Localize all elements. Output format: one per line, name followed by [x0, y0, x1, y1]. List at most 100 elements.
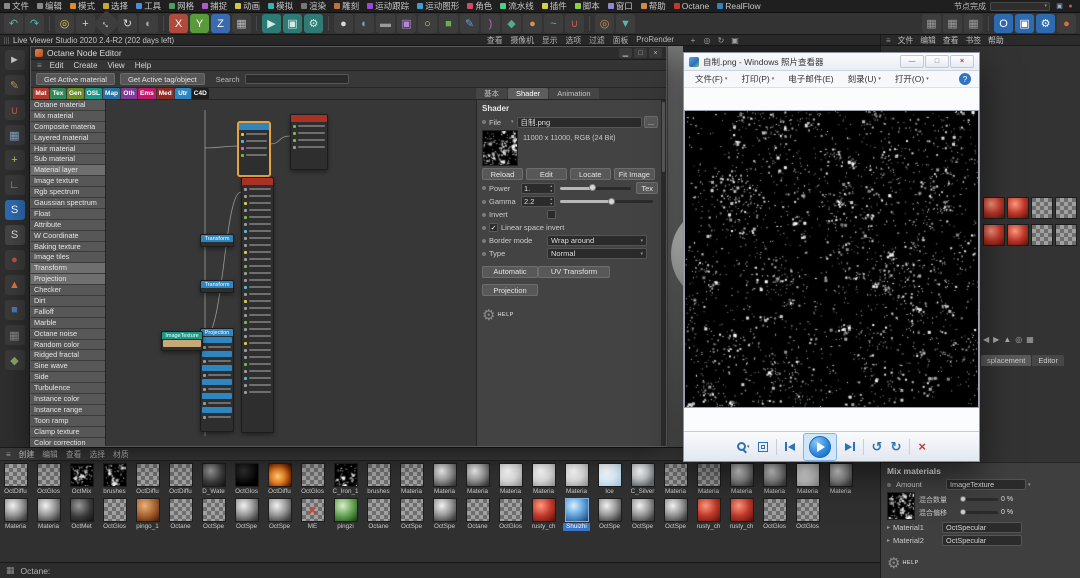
- new-material-icon[interactable]: ●: [334, 14, 353, 33]
- category-tab-osl[interactable]: OSL: [84, 88, 103, 99]
- category-tab-gen[interactable]: Gen: [67, 88, 84, 99]
- menubar-item-3[interactable]: 选择: [99, 0, 132, 12]
- x-axis-icon[interactable]: X: [169, 14, 188, 33]
- axis-lock-icon[interactable]: +: [4, 150, 25, 170]
- material-item[interactable]: OctGlos: [35, 463, 62, 496]
- material-item[interactable]: Materia: [662, 463, 689, 496]
- node-editor-menu-0[interactable]: Edit: [50, 61, 64, 70]
- category-tab-utr[interactable]: Utr: [174, 88, 191, 99]
- spinner-icon[interactable]: ▲ ▼: [550, 184, 553, 194]
- node-type-item[interactable]: Mix material: [31, 110, 105, 122]
- maximize-view-icon[interactable]: ▣: [730, 36, 740, 45]
- viewport-menu-4[interactable]: 过滤: [589, 35, 605, 46]
- power-value-input[interactable]: 1. ▲ ▼: [521, 182, 555, 194]
- menubar-item-8[interactable]: 模拟: [264, 0, 297, 12]
- node-graph-canvas[interactable]: Transform Transform Projection ImageTexture: [106, 100, 476, 446]
- octane-live-viewer-icon[interactable]: O: [994, 14, 1013, 33]
- material-item[interactable]: Materia: [827, 463, 854, 496]
- material-item[interactable]: OctGlos: [233, 463, 260, 496]
- menubar-item-12[interactable]: 运动图形: [413, 0, 463, 12]
- layout-grid-3-icon[interactable]: ▦: [964, 14, 983, 33]
- material-menu-3[interactable]: 选择: [89, 449, 105, 460]
- material-item[interactable]: OctSpe: [398, 498, 425, 531]
- category-tab-med[interactable]: Med: [156, 88, 174, 99]
- dock-menu-4[interactable]: 帮助: [988, 35, 1004, 46]
- material-preview[interactable]: [983, 197, 1005, 219]
- maximize-button[interactable]: □: [925, 55, 949, 68]
- node-type-item[interactable]: Sub material: [31, 154, 105, 166]
- pv-menu-0[interactable]: 文件(F) ▾: [688, 73, 734, 85]
- menubar-item-19[interactable]: Octane: [670, 1, 713, 11]
- tex-button[interactable]: Tex: [636, 182, 658, 194]
- material-slot-button-1[interactable]: OctSpecular: [942, 522, 1023, 533]
- material-preview[interactable]: [983, 224, 1005, 246]
- material-item[interactable]: OctGlos: [497, 498, 524, 531]
- material-menu-0[interactable]: 创建: [19, 449, 35, 460]
- shader-icon[interactable]: S: [4, 225, 25, 245]
- back-icon[interactable]: ◀: [983, 335, 989, 344]
- category-tab-tex[interactable]: Tex: [50, 88, 66, 99]
- attribute-tab-0[interactable]: 基本: [476, 88, 507, 99]
- material-item[interactable]: OctGlos: [761, 498, 788, 531]
- anim-dot-icon[interactable]: [887, 482, 891, 487]
- pv-menu-4[interactable]: 打开(O) ▾: [888, 73, 936, 85]
- magnet-tool-icon[interactable]: ∪: [4, 100, 25, 120]
- node-type-item[interactable]: Falloff: [31, 306, 105, 318]
- material-preview[interactable]: [1007, 224, 1029, 246]
- pv-menu-1[interactable]: 打印(P) ▾: [734, 73, 781, 85]
- node-editor-menu-1[interactable]: Create: [73, 61, 97, 70]
- slideshow-button[interactable]: [802, 432, 837, 461]
- mix-param-row-0[interactable]: 混合数量 0 %: [919, 495, 1075, 505]
- material-item[interactable]: pingzi: [332, 498, 359, 531]
- menubar-item-17[interactable]: 窗口: [604, 0, 637, 12]
- menubar-item-10[interactable]: 雕刻: [330, 0, 363, 12]
- anim-dot-icon[interactable]: [482, 212, 486, 217]
- select-arrow-icon[interactable]: ►: [4, 50, 25, 70]
- material-item[interactable]: × ME: [299, 498, 326, 531]
- dock-menu-0[interactable]: 文件: [898, 35, 914, 46]
- node-type-item[interactable]: Dirt: [31, 296, 105, 307]
- anim-dot-icon[interactable]: [482, 199, 486, 204]
- material-item[interactable]: Materia: [563, 463, 590, 496]
- material-item[interactable]: brushes: [365, 463, 392, 496]
- material-item[interactable]: rusty_ch: [530, 498, 557, 531]
- menubar-item-14[interactable]: 流水线: [496, 0, 538, 12]
- layout-grid-2-icon[interactable]: ▦: [943, 14, 962, 33]
- category-tab-map[interactable]: Map: [103, 88, 121, 99]
- stack-node[interactable]: Projection: [200, 328, 234, 432]
- transform-node-1[interactable]: Transform: [200, 234, 234, 247]
- pv-menu-2[interactable]: 电子邮件(E): [781, 73, 840, 85]
- dock-tab-0[interactable]: splacement: [981, 355, 1032, 366]
- material-preview[interactable]: [1055, 197, 1077, 219]
- menubar-item-0[interactable]: 文件: [0, 0, 33, 12]
- rotate-left-button[interactable]: ↺: [872, 439, 883, 455]
- snap-icon[interactable]: ▼: [616, 14, 635, 33]
- bend-icon[interactable]: ): [481, 14, 500, 33]
- zoom-view-icon[interactable]: ◎: [702, 36, 712, 45]
- node-type-item[interactable]: Image tiles: [31, 252, 105, 264]
- viewport-strip[interactable]: [667, 46, 683, 447]
- node-type-item[interactable]: Instance range: [31, 404, 105, 416]
- material-item[interactable]: Octane: [365, 498, 392, 531]
- puzzle-icon[interactable]: ◆: [4, 350, 25, 370]
- chevron-down-icon[interactable]: ▾: [511, 119, 514, 125]
- node-type-item[interactable]: Ridged fractal: [31, 350, 105, 362]
- material-item[interactable]: Materia: [761, 463, 788, 496]
- scale-icon[interactable]: ↔: [93, 10, 120, 37]
- mix-param-row-1[interactable]: 混合偏移 0 %: [919, 508, 1075, 518]
- menubar-item-11[interactable]: 运动跟踪: [363, 0, 413, 12]
- material-item[interactable]: OctSpe: [200, 498, 227, 531]
- material-item[interactable]: rusty_ch: [728, 498, 755, 531]
- node-type-item[interactable]: Marble: [31, 317, 105, 329]
- material-item[interactable]: OctGlos: [299, 463, 326, 496]
- invert-checkbox[interactable]: [547, 210, 556, 219]
- close-panel-icon[interactable]: ●: [1065, 1, 1076, 12]
- viewport-menu-0[interactable]: 查看: [487, 35, 503, 46]
- magnet-icon[interactable]: ∪: [565, 14, 584, 33]
- material-slot-button-2[interactable]: OctSpecular: [942, 535, 1023, 546]
- expand-icon[interactable]: ▸: [887, 524, 890, 531]
- material-item[interactable]: Ice: [596, 463, 623, 496]
- node-editor-menu-2[interactable]: View: [107, 61, 124, 70]
- help-icon[interactable]: ?: [959, 73, 971, 85]
- search-input[interactable]: [244, 74, 349, 84]
